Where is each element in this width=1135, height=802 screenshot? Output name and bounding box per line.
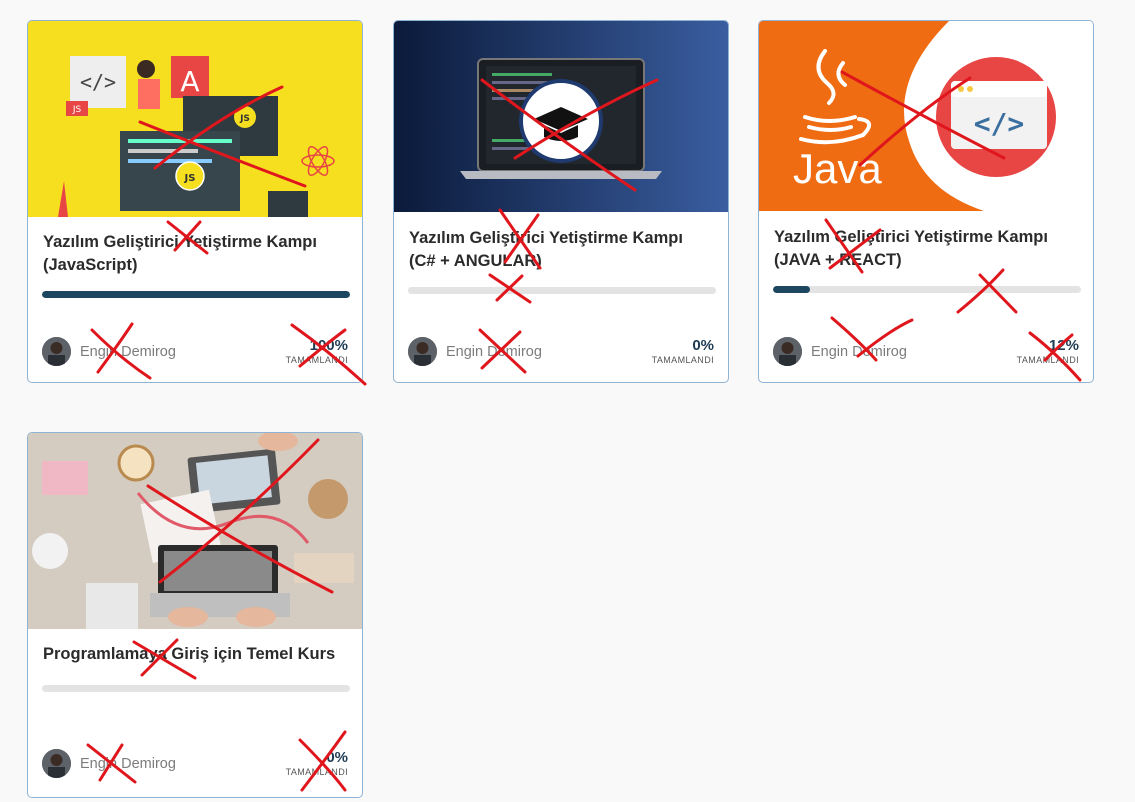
course-card[interactable]: </> JS A JS JS Yazılım Geliştirici Yetiş… — [27, 20, 363, 383]
angular-icon: A — [171, 56, 209, 98]
progress-bar — [42, 685, 350, 692]
completion-percent: 0% — [692, 337, 714, 354]
instructor-name: Engin Demirog — [811, 344, 907, 360]
svg-text:A: A — [180, 65, 199, 98]
instructor-name: Engin Demirog — [80, 344, 176, 360]
desk-photo — [28, 433, 362, 629]
course-thumbnail[interactable] — [394, 21, 728, 212]
course-thumbnail[interactable]: </> JS A JS JS — [28, 21, 362, 217]
completion-percent: 100% — [309, 337, 348, 354]
code-window-icon: </> — [936, 57, 1056, 177]
completion-percent: 12% — [1048, 337, 1079, 354]
progress-bar — [42, 291, 350, 298]
course-title[interactable]: Yazılım Geliştirici Yetiştirme Kampı (Ja… — [43, 231, 348, 277]
completion-status: 0% TAMAMLANDI — [286, 749, 348, 778]
completion-status: 12% TAMAMLANDI — [1017, 337, 1079, 366]
course-title[interactable]: Yazılım Geliştirici Yetiştirme Kampı (JA… — [774, 226, 1079, 272]
course-thumbnail[interactable] — [28, 433, 362, 629]
js-badge-icon: JS — [66, 101, 88, 116]
instructor-name: Engin Demirog — [446, 344, 542, 360]
svg-text:JS: JS — [72, 105, 82, 115]
course-title[interactable]: Programlamaya Giriş için Temel Kurs — [43, 643, 348, 666]
graduation-cap-icon — [519, 79, 603, 163]
completion-label: TAMAMLANDI — [1016, 355, 1079, 365]
code-icon: </> — [70, 56, 126, 108]
course-thumbnail[interactable]: Java </> — [759, 21, 1093, 211]
avatar — [408, 337, 437, 366]
completion-percent: 0% — [326, 749, 348, 766]
progress-bar-fill — [42, 291, 350, 298]
course-card[interactable]: Java </> Yazılım Geliştirici Yetiştirme … — [758, 20, 1094, 383]
svg-text:</>: </> — [80, 70, 116, 94]
avatar — [42, 337, 71, 366]
completion-label: TAMAMLANDI — [285, 767, 348, 777]
completion-label: TAMAMLANDI — [651, 355, 714, 365]
course-title[interactable]: Yazılım Geliştirici Yetiştirme Kampı (C#… — [409, 227, 714, 273]
instructor-name: Engin Demirog — [80, 756, 176, 772]
completion-status: 0% TAMAMLANDI — [652, 337, 714, 366]
avatar — [42, 749, 71, 778]
course-card[interactable]: Programlamaya Giriş için Temel Kurs Engi… — [27, 432, 363, 798]
completion-label: TAMAMLANDI — [285, 355, 348, 365]
course-card[interactable]: Yazılım Geliştirici Yetiştirme Kampı (C#… — [393, 20, 729, 383]
svg-text:JS: JS — [184, 173, 196, 184]
svg-text:</>: </> — [974, 107, 1025, 140]
progress-bar — [408, 287, 716, 294]
svg-text:JS: JS — [239, 114, 250, 124]
progress-bar — [773, 286, 1081, 293]
java-logo-text: Java — [793, 145, 882, 192]
progress-bar-fill — [773, 286, 810, 293]
completion-status: 100% TAMAMLANDI — [286, 337, 348, 366]
avatar — [773, 337, 802, 366]
